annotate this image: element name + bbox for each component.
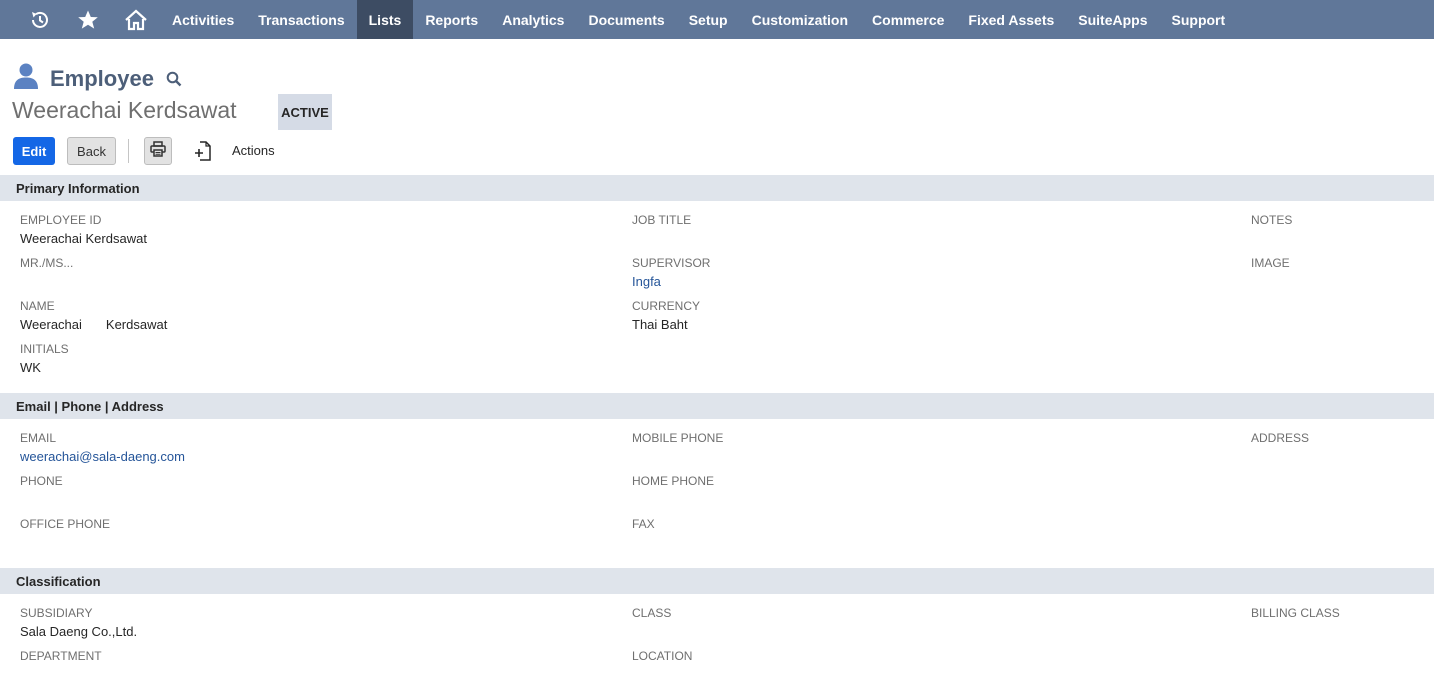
section-email-phone-address[interactable]: Email | Phone | Address	[0, 393, 1434, 419]
section-classification[interactable]: Classification	[0, 568, 1434, 594]
new-document-icon[interactable]	[193, 140, 213, 162]
search-icon[interactable]	[166, 71, 182, 87]
nav-setup[interactable]: Setup	[677, 0, 740, 39]
nav-fixed-assets[interactable]: Fixed Assets	[956, 0, 1066, 39]
home-phone-label: HOME PHONE	[632, 474, 715, 488]
field-initials: INITIALS WK	[20, 342, 69, 376]
nav-lists[interactable]: Lists	[356, 0, 414, 39]
recent-icon[interactable]	[16, 0, 64, 39]
record-header: Employee	[12, 62, 182, 95]
field-home-phone: HOME PHONE	[632, 474, 714, 488]
field-fax: FAX	[632, 517, 655, 531]
employee-icon	[12, 62, 40, 95]
field-employee-id: EMPLOYEE ID Weerachai Kerdsawat	[20, 213, 147, 247]
edit-button[interactable]: Edit	[13, 137, 55, 165]
field-billing-class: BILLING CLASS	[1251, 606, 1340, 620]
field-phone: PHONE	[20, 474, 63, 488]
field-currency: CURRENCY Thai Baht	[632, 299, 700, 333]
nav-suiteapps[interactable]: SuiteApps	[1066, 0, 1159, 39]
email-label: EMAIL	[20, 431, 57, 445]
nav-transactions[interactable]: Transactions	[246, 0, 356, 39]
field-class: CLASS	[632, 606, 671, 620]
currency-value: Thai Baht	[632, 317, 688, 332]
field-address: ADDRESS	[1251, 431, 1309, 445]
nav-activities[interactable]: Activities	[160, 0, 246, 39]
field-job-title: JOB TITLE	[632, 213, 691, 227]
notes-label: NOTES	[1251, 213, 1293, 227]
mr-ms-label: MR./MS...	[20, 256, 74, 270]
field-name: NAME Weerachai Kerdsawat	[20, 299, 167, 333]
field-mobile-phone: MOBILE PHONE	[632, 431, 723, 445]
address-label: ADDRESS	[1251, 431, 1310, 445]
field-location: LOCATION	[632, 649, 692, 663]
print-button[interactable]	[144, 137, 172, 165]
nav-customization[interactable]: Customization	[740, 0, 860, 39]
email-link[interactable]: weerachai@sala-daeng.com	[20, 449, 185, 465]
location-label: LOCATION	[632, 649, 693, 663]
back-button[interactable]: Back	[67, 137, 116, 165]
supervisor-label: SUPERVISOR	[632, 256, 711, 270]
record-type-title: Employee	[50, 65, 154, 91]
button-divider	[128, 139, 129, 163]
subsidiary-label: SUBSIDIARY	[20, 606, 93, 620]
field-supervisor: SUPERVISOR Ingfa	[632, 256, 710, 290]
billing-class-label: BILLING CLASS	[1251, 606, 1340, 620]
section-primary-information[interactable]: Primary Information	[0, 175, 1434, 201]
record-name: Weerachai Kerdsawat	[12, 97, 237, 123]
supervisor-link[interactable]: Ingfa	[632, 274, 710, 290]
top-navigation: Activities Transactions Lists Reports An…	[0, 0, 1434, 39]
job-title-label: JOB TITLE	[632, 213, 692, 227]
status-badge: ACTIVE	[278, 94, 332, 130]
initials-label: INITIALS	[20, 342, 69, 356]
actions-menu[interactable]: Actions	[232, 143, 275, 158]
field-mr-ms: MR./MS...	[20, 256, 73, 270]
field-email: EMAIL weerachai@sala-daeng.com	[20, 431, 185, 465]
field-subsidiary: SUBSIDIARY Sala Daeng Co.,Ltd.	[20, 606, 137, 640]
phone-label: PHONE	[20, 474, 63, 488]
field-office-phone: OFFICE PHONE	[20, 517, 110, 531]
nav-reports[interactable]: Reports	[413, 0, 490, 39]
field-department: DEPARTMENT	[20, 649, 102, 663]
nav-support[interactable]: Support	[1160, 0, 1238, 39]
image-label: IMAGE	[1251, 256, 1290, 270]
first-name: Weerachai	[20, 317, 82, 332]
name-value: Weerachai Kerdsawat	[20, 317, 167, 333]
last-name: Kerdsawat	[105, 317, 168, 332]
fax-label: FAX	[632, 517, 655, 531]
class-label: CLASS	[632, 606, 672, 620]
field-image: IMAGE	[1251, 256, 1290, 270]
employee-id-label: EMPLOYEE ID	[20, 213, 102, 227]
name-label: NAME	[20, 299, 55, 313]
nav-analytics[interactable]: Analytics	[490, 0, 576, 39]
initials-value: WK	[20, 360, 41, 375]
department-label: DEPARTMENT	[20, 649, 102, 663]
field-notes: NOTES	[1251, 213, 1292, 227]
employee-id-value: Weerachai Kerdsawat	[20, 231, 147, 246]
office-phone-label: OFFICE PHONE	[20, 517, 111, 531]
home-icon[interactable]	[112, 0, 160, 39]
subsidiary-value: Sala Daeng Co.,Ltd.	[20, 624, 138, 639]
currency-label: CURRENCY	[632, 299, 701, 313]
nav-commerce[interactable]: Commerce	[860, 0, 956, 39]
nav-documents[interactable]: Documents	[576, 0, 676, 39]
print-icon	[150, 140, 166, 162]
star-icon[interactable]	[64, 0, 112, 39]
mobile-phone-label: MOBILE PHONE	[632, 431, 724, 445]
